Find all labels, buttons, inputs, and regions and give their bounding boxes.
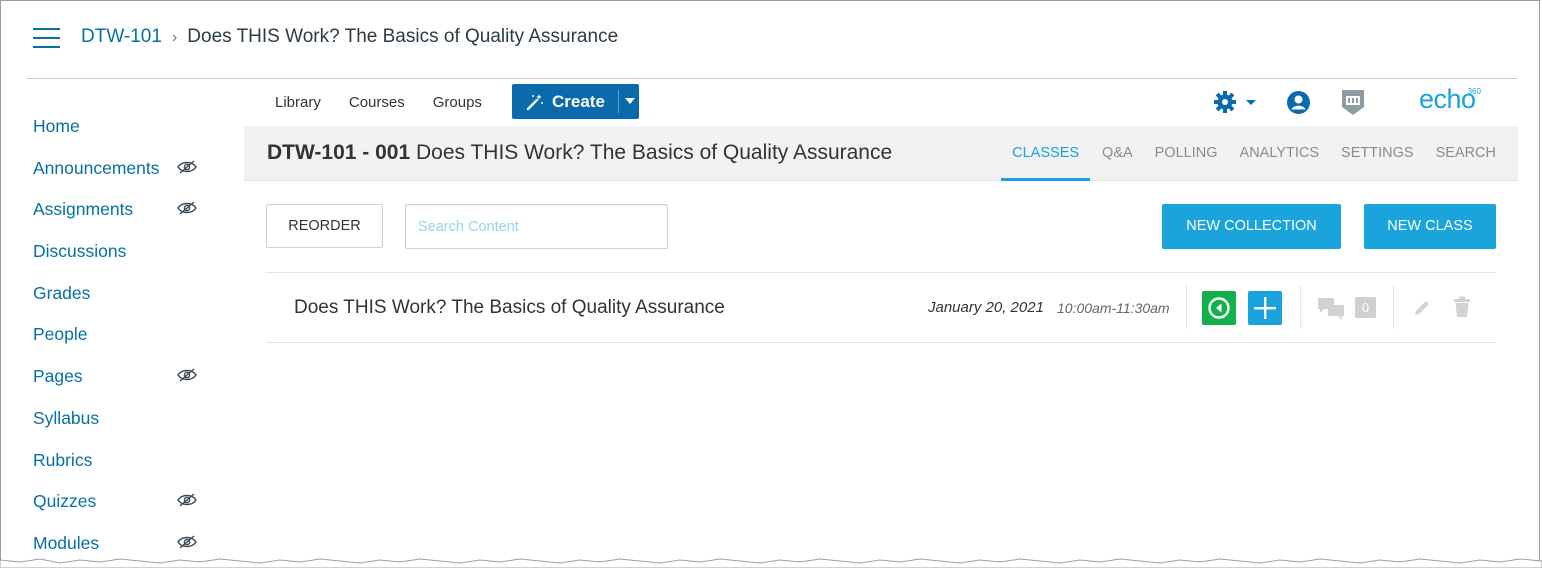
- class-row[interactable]: Does THIS Work? The Basics of Quality As…: [266, 273, 1496, 342]
- delete-button[interactable]: [1452, 296, 1472, 323]
- search-content-input[interactable]: [405, 204, 668, 249]
- breadcrumb-course-link[interactable]: DTW-101: [81, 26, 162, 47]
- row-divider: [1393, 285, 1394, 329]
- course-nav-item-home[interactable]: Home: [33, 106, 213, 148]
- course-nav-item-assignments[interactable]: Assignments: [33, 189, 213, 231]
- header-divider: [27, 78, 1517, 79]
- chat-bubbles-icon: [1318, 298, 1344, 320]
- course-nav-item-people[interactable]: People: [33, 314, 213, 356]
- nav-groups[interactable]: Groups: [433, 94, 482, 111]
- new-collection-button[interactable]: NEW COLLECTION: [1162, 204, 1341, 249]
- course-nav-label[interactable]: Quizzes: [33, 491, 96, 511]
- discussion-button[interactable]: [1316, 296, 1346, 325]
- class-title[interactable]: Does THIS Work? The Basics of Quality As…: [294, 297, 725, 319]
- nav-courses[interactable]: Courses: [349, 94, 405, 111]
- edit-button[interactable]: [1412, 298, 1432, 323]
- course-nav-label[interactable]: Home: [33, 116, 80, 136]
- live-capture-button[interactable]: [1202, 291, 1236, 325]
- course-nav-label[interactable]: Syllabus: [33, 408, 99, 428]
- user-circle-icon: [1287, 91, 1310, 114]
- hidden-eye-icon: [177, 535, 197, 549]
- course-nav-label[interactable]: Discussions: [33, 241, 126, 261]
- tab-qa[interactable]: Q&A: [1102, 126, 1133, 180]
- hidden-eye-icon: [177, 160, 197, 174]
- tab-classes[interactable]: CLASSES: [1001, 126, 1090, 181]
- pencil-icon: [1415, 301, 1429, 315]
- add-media-button[interactable]: [1248, 291, 1282, 325]
- echo360-logo[interactable]: echo360: [1419, 84, 1489, 115]
- course-nav-label[interactable]: Pages: [33, 366, 83, 386]
- section-header: DTW-101 - 001 Does THIS Work? The Basics…: [244, 126, 1518, 181]
- logo-superscript: 360: [1467, 86, 1481, 96]
- create-button-divider: [618, 90, 619, 113]
- course-nav-item-discussions[interactable]: Discussions: [33, 231, 213, 273]
- user-menu[interactable]: [1287, 91, 1310, 119]
- live-play-icon: [1208, 297, 1230, 319]
- breadcrumb-current-page: Does THIS Work? The Basics of Quality As…: [187, 26, 619, 47]
- breadcrumb-separator: ›: [171, 29, 178, 46]
- chevron-down-icon[interactable]: [625, 98, 635, 104]
- trash-icon: [1454, 296, 1470, 317]
- canvas-integration[interactable]: [1340, 87, 1366, 122]
- settings-menu[interactable]: [1214, 91, 1258, 120]
- section-title: DTW-101 - 001 Does THIS Work? The Basics…: [267, 141, 892, 165]
- hidden-eye-icon: [177, 493, 197, 507]
- breadcrumb: DTW-101 › Does THIS Work? The Basics of Qu…: [81, 26, 618, 48]
- course-nav-item-quizzes[interactable]: Quizzes: [33, 481, 213, 523]
- tab-polling[interactable]: POLLING: [1155, 126, 1218, 180]
- gear-icon: [1214, 91, 1256, 113]
- tab-analytics[interactable]: ANALYTICS: [1240, 126, 1320, 180]
- echo-toolbar: Library Courses Groups Create echo360: [244, 80, 1518, 126]
- class-date: January 20, 2021: [928, 299, 1044, 316]
- course-nav-label[interactable]: Modules: [33, 533, 99, 553]
- course-nav-label[interactable]: People: [33, 324, 88, 344]
- course-nav-label[interactable]: Assignments: [33, 199, 133, 219]
- course-nav-label[interactable]: Grades: [33, 283, 90, 303]
- create-button-label: Create: [552, 91, 605, 111]
- section-tabs: CLASSES Q&A POLLING ANALYTICS SETTINGS S…: [1001, 126, 1496, 181]
- course-nav-item-grades[interactable]: Grades: [33, 273, 213, 315]
- course-nav-item-rubrics[interactable]: Rubrics: [33, 440, 213, 482]
- hidden-eye-icon: [177, 201, 197, 215]
- reorder-button[interactable]: REORDER: [266, 204, 383, 248]
- course-navigation: Home Announcements Assignments Discussio…: [33, 106, 213, 565]
- course-nav-label[interactable]: Rubrics: [33, 450, 92, 470]
- new-class-button[interactable]: NEW CLASS: [1364, 204, 1496, 249]
- list-divider-bottom: [266, 342, 1496, 343]
- echo-main-nav: Library Courses Groups: [275, 94, 510, 111]
- section-name: Does THIS Work? The Basics of Quality As…: [415, 141, 893, 164]
- create-button[interactable]: Create: [512, 84, 639, 119]
- magic-wand-icon: [526, 93, 543, 110]
- discussion-count-badge: 0: [1355, 297, 1376, 318]
- course-nav-item-pages[interactable]: Pages: [33, 356, 213, 398]
- shield-icon: [1342, 90, 1364, 115]
- tab-search[interactable]: SEARCH: [1436, 126, 1496, 180]
- section-code: DTW-101 - 001: [267, 141, 411, 164]
- menu-icon[interactable]: [33, 28, 60, 48]
- plus-icon: [1254, 297, 1276, 319]
- hidden-eye-icon: [177, 368, 197, 382]
- tab-settings[interactable]: SETTINGS: [1341, 126, 1414, 180]
- nav-library[interactable]: Library: [275, 94, 321, 111]
- course-nav-label[interactable]: Announcements: [33, 158, 159, 178]
- course-nav-item-announcements[interactable]: Announcements: [33, 148, 213, 190]
- global-header: DTW-101 › Does THIS Work? The Basics of Qu…: [0, 0, 1542, 78]
- course-nav-item-syllabus[interactable]: Syllabus: [33, 398, 213, 440]
- torn-edge: [0, 558, 1542, 568]
- class-time: 10:00am-11:30am: [1057, 300, 1170, 316]
- row-divider: [1300, 285, 1301, 329]
- row-divider: [1186, 285, 1187, 329]
